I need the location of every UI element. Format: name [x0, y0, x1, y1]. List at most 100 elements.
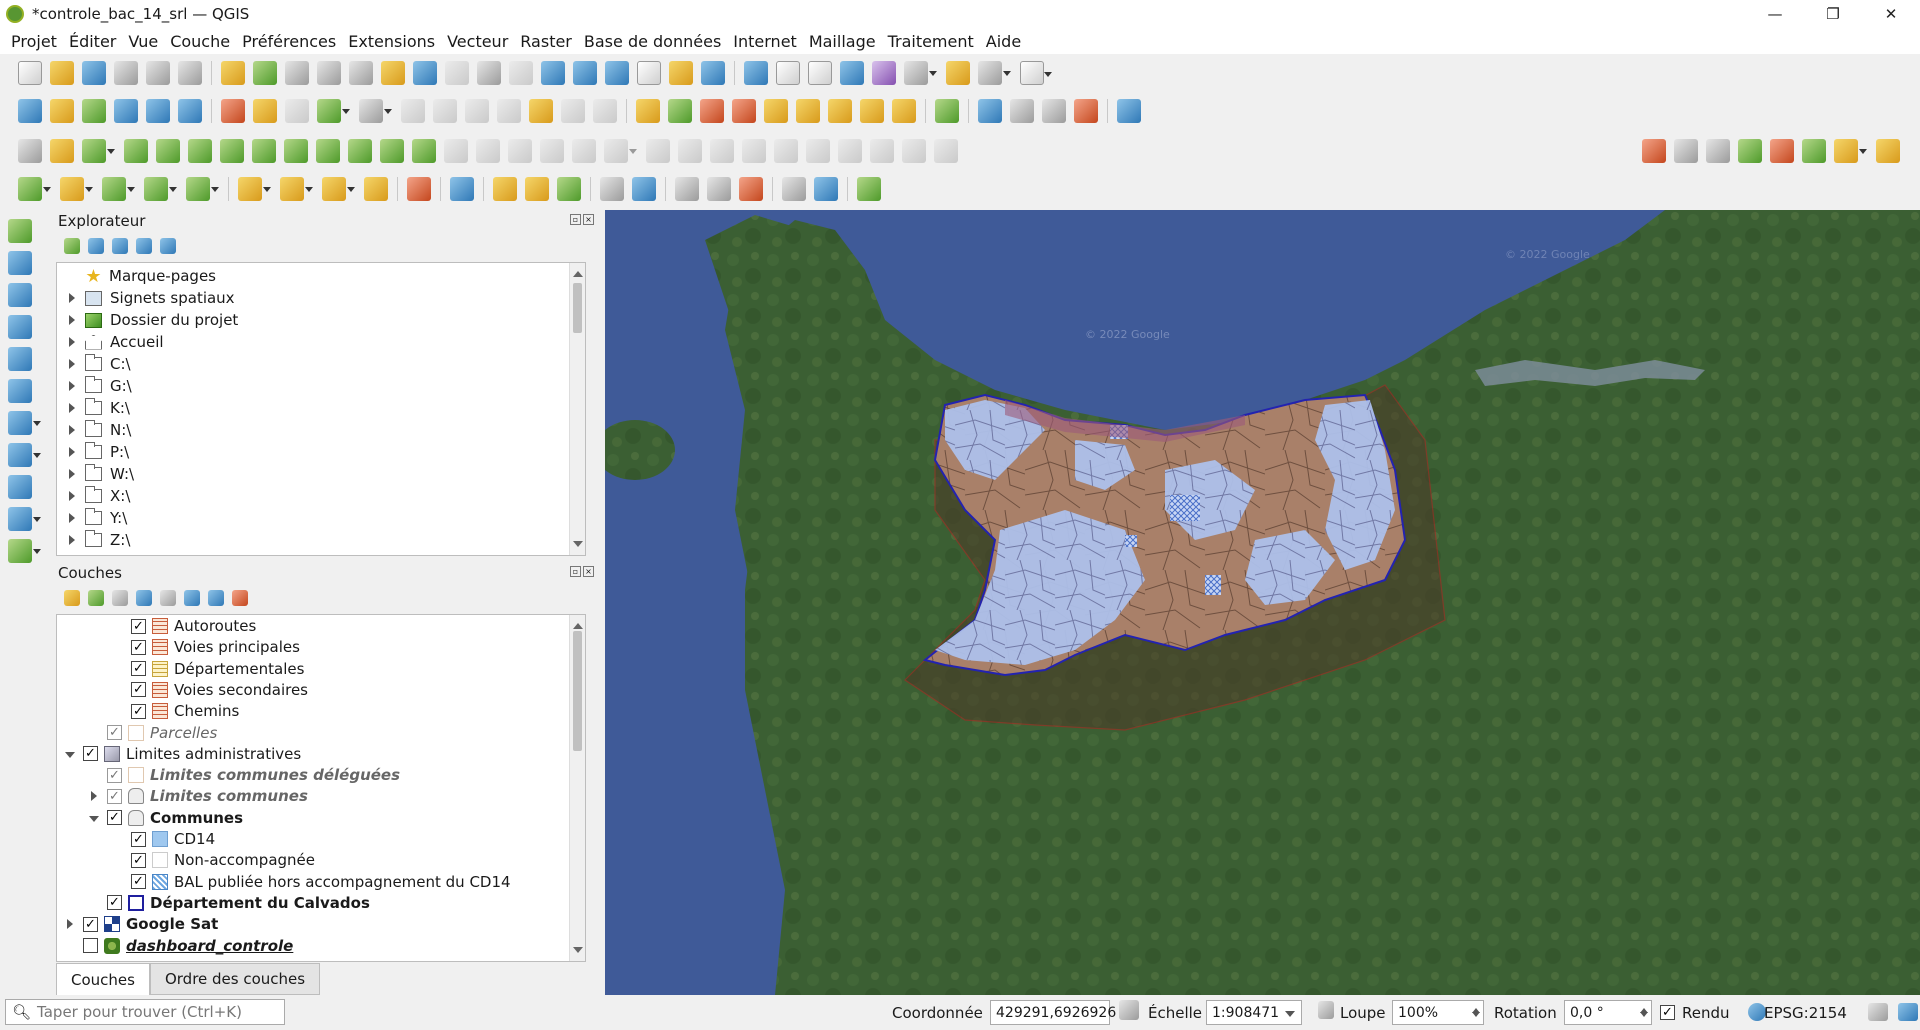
select-all-icon[interactable]	[186, 177, 219, 201]
open-table-icon[interactable]	[280, 177, 313, 201]
manage-themes-icon[interactable]	[112, 590, 128, 606]
search-magnifier-icon[interactable]	[675, 177, 699, 201]
cut-features-icon[interactable]	[465, 99, 489, 123]
expand-arrow-icon[interactable]	[67, 381, 77, 391]
filter-legend-icon[interactable]	[136, 590, 152, 606]
add-postgis-icon[interactable]	[8, 347, 32, 371]
simplify-icon[interactable]	[412, 139, 436, 163]
scale-feature-icon[interactable]	[508, 139, 532, 163]
zoom-in-icon[interactable]	[285, 61, 309, 85]
explorer-item[interactable]: N:\	[67, 419, 131, 441]
snapping-tracing-icon[interactable]	[1834, 139, 1867, 163]
fill-ring-icon[interactable]	[156, 139, 180, 163]
coordinate-field[interactable]: 429291,6926926	[990, 1000, 1116, 1025]
delete-selected-icon[interactable]	[433, 99, 457, 123]
add-group-icon[interactable]	[88, 590, 104, 606]
explorer-scrollbar[interactable]	[569, 263, 585, 555]
self-snapping-icon[interactable]	[1876, 139, 1900, 163]
collapse-arrow-icon[interactable]	[65, 749, 75, 759]
georeferencer-icon[interactable]	[678, 139, 702, 163]
layer-visibility-checkbox[interactable]: ✓	[131, 639, 146, 655]
pan-to-selection-icon[interactable]	[253, 61, 277, 85]
layer-visibility-checkbox[interactable]: ✓	[107, 767, 122, 783]
explorer-item[interactable]: ★ Marque-pages	[67, 265, 216, 287]
snapping-topology-icon[interactable]	[1770, 139, 1794, 163]
locator-search-input[interactable]: 🔍︎ Taper pour trouver (Ctrl+K)	[5, 999, 285, 1025]
snapping-type-icon[interactable]	[934, 139, 958, 163]
scissors-icon[interactable]	[782, 177, 806, 201]
cad-tools-icon[interactable]	[50, 139, 74, 163]
expand-arrow-icon[interactable]	[67, 425, 77, 435]
deselect-icon[interactable]	[144, 177, 177, 201]
remove-layer-icon[interactable]	[232, 590, 248, 606]
toggle-editing-pencil-icon[interactable]	[253, 99, 277, 123]
menu-vecteur[interactable]: Vecteur	[447, 32, 508, 51]
save-as-icon[interactable]	[114, 61, 138, 85]
modify-attributes-icon[interactable]	[401, 99, 425, 123]
whats-this-icon[interactable]	[707, 177, 731, 201]
layer-visibility-checkbox[interactable]: ✓	[107, 788, 122, 804]
scale-combobox[interactable]: 1:908471	[1206, 1000, 1302, 1025]
maximize-button[interactable]: ❐	[1804, 0, 1862, 28]
filter-features-icon[interactable]	[322, 177, 355, 201]
change-label-icon[interactable]	[828, 99, 852, 123]
add-raster-layer-icon[interactable]	[8, 251, 32, 275]
explorer-item[interactable]: Dossier du projet	[67, 309, 238, 331]
expand-arrow-icon[interactable]	[67, 315, 77, 325]
messages-icon[interactable]	[1868, 1003, 1888, 1021]
layer-row[interactable]: ✓ Limites communes déléguées	[89, 764, 400, 786]
3d-box-icon[interactable]	[493, 177, 517, 201]
arrow-right-icon[interactable]	[632, 177, 656, 201]
layer-row[interactable]: ✓ Département du Calvados	[89, 892, 370, 914]
snapping-intersection-icon[interactable]	[1802, 139, 1826, 163]
zoom-next-icon[interactable]	[509, 61, 533, 85]
layer-row[interactable]: ✓ Communes	[89, 807, 243, 829]
delete-ring-icon[interactable]	[188, 139, 212, 163]
move-label-icon[interactable]	[764, 99, 788, 123]
close-icon[interactable]: ×	[583, 566, 594, 577]
annotation-tool-icon[interactable]	[774, 139, 798, 163]
explorer-item[interactable]: Y:\	[67, 507, 127, 529]
temporal-controller-icon[interactable]	[669, 61, 693, 85]
digitize-tool-icon[interactable]	[18, 139, 42, 163]
explorer-item[interactable]: Z:\	[67, 529, 130, 551]
layer-row[interactable]: ✓ Départementales	[113, 658, 304, 680]
show-hide-labels-icon[interactable]	[860, 99, 884, 123]
expand-all-icon[interactable]	[184, 590, 200, 606]
select-by-expression-icon[interactable]	[102, 177, 135, 201]
expand-arrow-icon[interactable]	[89, 791, 99, 802]
open-project-icon[interactable]	[50, 61, 74, 85]
new-geopackage-icon[interactable]	[50, 99, 74, 123]
add-wcs-layer-icon[interactable]	[8, 507, 41, 531]
text-annotation-icon[interactable]	[1020, 61, 1052, 85]
tools-icon[interactable]	[557, 177, 581, 201]
zoom-last-icon[interactable]	[477, 61, 501, 85]
refresh-icon[interactable]	[701, 61, 725, 85]
diagram-tool-icon[interactable]	[668, 99, 692, 123]
map-canvas[interactable]: © 2022 Google © 2022 Google	[605, 210, 1920, 995]
current-edits-icon[interactable]	[221, 99, 245, 123]
map-tips-icon[interactable]	[946, 61, 970, 85]
layer-row[interactable]: ✓ Voies principales	[113, 636, 300, 658]
layer-visibility-checkbox[interactable]: ✓	[131, 874, 146, 890]
select-by-value-icon[interactable]	[60, 177, 93, 201]
expand-arrow-icon[interactable]	[67, 447, 77, 457]
rotate-label-icon[interactable]	[796, 99, 820, 123]
tab-couches[interactable]: Couches	[56, 963, 150, 995]
add-wfs-layer-icon[interactable]	[8, 475, 32, 499]
add-ring-icon[interactable]	[82, 139, 115, 163]
field-calculator-icon[interactable]	[808, 61, 832, 85]
layer-row[interactable]: ✓ Autoroutes	[113, 615, 256, 637]
toolbox-gear-icon[interactable]	[840, 61, 864, 85]
help-circle-icon[interactable]	[814, 177, 838, 201]
rotate-feature-icon[interactable]	[444, 139, 468, 163]
layer-row[interactable]: ✓ Non-accompagnée	[113, 849, 315, 871]
minimize-button[interactable]: —	[1746, 0, 1804, 28]
add-polygon-icon[interactable]	[317, 99, 350, 123]
menu-editer[interactable]: Éditer	[69, 32, 116, 51]
toggle-extents-icon[interactable]	[1119, 1000, 1139, 1020]
add-raster-icon[interactable]	[114, 99, 138, 123]
attribute-table-icon[interactable]	[776, 61, 800, 85]
glasses-icon[interactable]	[1010, 99, 1034, 123]
zoom-native-icon[interactable]	[445, 61, 469, 85]
